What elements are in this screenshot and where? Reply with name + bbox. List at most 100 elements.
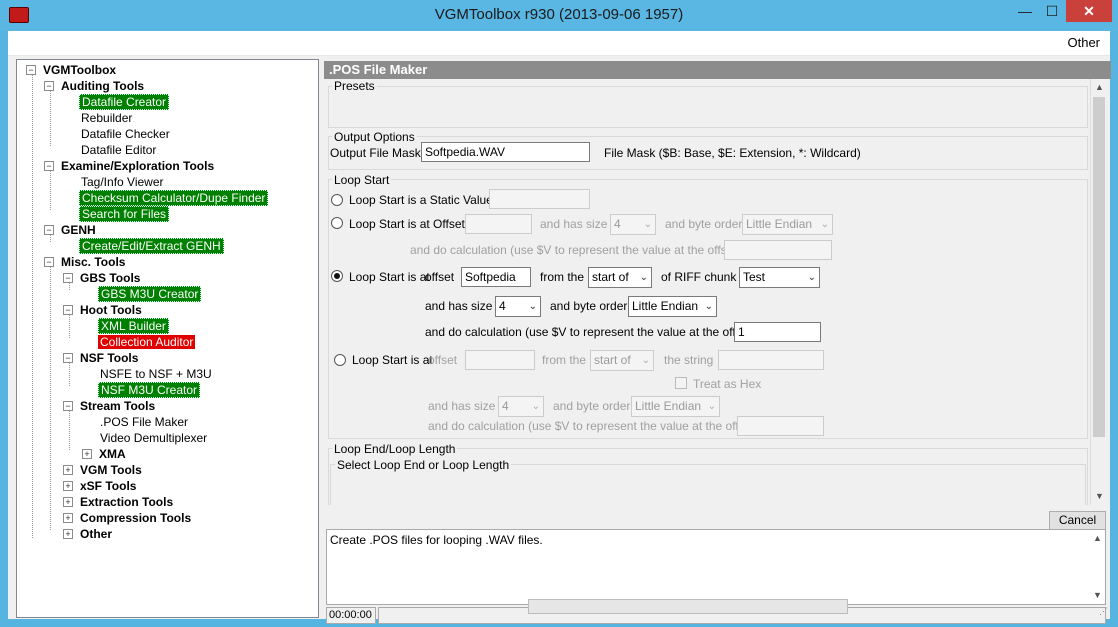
tree-item-nsf-m3u-creator[interactable]: NSF M3U Creator (98, 382, 201, 398)
menu-item-other[interactable]: Other (1067, 35, 1100, 50)
string-size-select[interactable]: 4 ⌄ (498, 396, 544, 417)
title-bar[interactable]: VGMToolbox r930 (2013-09-06 1957) — ☐ ✕ (0, 0, 1118, 31)
string-byte-order-select[interactable]: Little Endian ⌄ (631, 396, 720, 417)
collapse-icon[interactable]: − (26, 65, 36, 75)
chevron-down-icon: ⌄ (531, 401, 540, 412)
presets-label: Presets (332, 79, 377, 93)
description-box[interactable]: Create .POS files for looping .WAV files… (326, 529, 1106, 605)
tree-item-xml-builder[interactable]: XML Builder (98, 318, 169, 334)
cancel-button[interactable]: Cancel (1049, 511, 1106, 530)
tree-node-examine-tools[interactable]: − Examine/Exploration Tools (44, 158, 216, 174)
scroll-up-icon[interactable]: ▲ (1089, 530, 1106, 547)
tree-node-stream-tools[interactable]: − Stream Tools (63, 398, 157, 414)
offset-size-select[interactable]: 4 ⌄ (610, 214, 656, 235)
treat-as-hex-checkbox[interactable] (675, 377, 687, 389)
tree-root[interactable]: − VGMToolbox (26, 62, 118, 78)
collapse-icon[interactable]: − (63, 273, 73, 283)
tree-connector (50, 90, 51, 146)
offset-size-label: and has size (540, 217, 608, 231)
tree-node-gbs-tools[interactable]: − GBS Tools (63, 270, 142, 286)
tree-item-search-for-files[interactable]: Search for Files (79, 206, 170, 222)
tree-node-extraction-tools[interactable]: + Extraction Tools (63, 494, 175, 510)
tree-node-hoot-tools[interactable]: − Hoot Tools (63, 302, 144, 318)
tree-item-datafile-checker[interactable]: Datafile Checker (79, 126, 172, 142)
offset-byte-order-label: and byte order (665, 217, 743, 231)
scroll-down-icon[interactable]: ▼ (1091, 488, 1108, 505)
collapse-icon[interactable]: − (44, 257, 54, 267)
maximize-button[interactable]: ☐ (1039, 0, 1065, 22)
tree-item-gbs-m3u-creator[interactable]: GBS M3U Creator (98, 286, 202, 302)
tree-node-nsf-tools[interactable]: − NSF Tools (63, 350, 140, 366)
tree-label: NSF M3U Creator (98, 382, 201, 398)
tree-label: Rebuilder (81, 111, 133, 125)
loop-start-string-radio[interactable] (334, 354, 346, 366)
chevron-down-icon: ⌄ (707, 401, 716, 412)
file-mask-hint: File Mask ($B: Base, $E: Extension, *: W… (604, 146, 861, 160)
collapse-icon[interactable]: − (44, 225, 54, 235)
tree-connector (50, 170, 51, 210)
riff-chunk-select[interactable]: Test ⌄ (739, 267, 820, 288)
expand-icon[interactable]: + (63, 529, 73, 539)
string-offset-input[interactable] (465, 350, 535, 370)
riff-byte-order-select[interactable]: Little Endian ⌄ (628, 296, 717, 317)
tree-item-datafile-creator[interactable]: Datafile Creator (79, 94, 170, 110)
riff-calc-input[interactable]: 1 (734, 322, 821, 342)
tree-node-genh[interactable]: − GENH (44, 222, 98, 238)
tree-node-vgm-tools[interactable]: + VGM Tools (63, 462, 144, 478)
riff-offset-input[interactable]: Softpedia (461, 267, 531, 287)
tree-item-pos-file-maker[interactable]: .POS File Maker (98, 414, 190, 430)
expand-icon[interactable]: + (63, 465, 73, 475)
scroll-thumb[interactable] (1093, 97, 1105, 437)
collapse-icon[interactable]: − (44, 161, 54, 171)
loop-start-offset-radio[interactable] (331, 217, 343, 229)
tree-node-xsf-tools[interactable]: + xSF Tools (63, 478, 138, 494)
options-scroll-area: Presets Output Options Output File Mask … (324, 79, 1090, 505)
tree-node-auditing-tools[interactable]: − Auditing Tools (44, 78, 146, 94)
select-value: 4 (502, 399, 509, 413)
scroll-down-icon[interactable]: ▼ (1089, 587, 1106, 604)
tree-item-tag-info-viewer[interactable]: Tag/Info Viewer (79, 174, 166, 190)
description-scrollbar[interactable]: ▲ ▼ (1089, 530, 1105, 604)
string-start-of-select[interactable]: start of ⌄ (590, 350, 654, 371)
resize-grip-icon[interactable]: ⋰ (1099, 606, 1108, 617)
offset-byte-order-select[interactable]: Little Endian ⌄ (742, 214, 833, 235)
expand-icon[interactable]: + (63, 497, 73, 507)
tree-node-other[interactable]: + Other (63, 526, 114, 542)
loop-start-static-radio[interactable] (331, 194, 343, 206)
tree-item-checksum-calculator[interactable]: Checksum Calculator/Dupe Finder (79, 190, 269, 206)
tree-label: Compression Tools (80, 511, 192, 525)
expand-icon[interactable]: + (82, 449, 92, 459)
tree-node-compression-tools[interactable]: + Compression Tools (63, 510, 193, 526)
collapse-icon[interactable]: − (63, 401, 73, 411)
tree-item-rebuilder[interactable]: Rebuilder (79, 110, 134, 126)
collapse-icon[interactable]: − (63, 305, 73, 315)
tool-tree[interactable]: − VGMToolbox − Auditing Tools Datafile Cre… (16, 59, 319, 618)
expand-icon[interactable]: + (63, 481, 73, 491)
loop-end-label: Loop End/Loop Length (332, 442, 458, 456)
tree-connector (50, 266, 51, 530)
offset-input[interactable] (465, 214, 532, 234)
tree-node-misc-tools[interactable]: − Misc. Tools (44, 254, 127, 270)
tree-node-xma[interactable]: + XMA (82, 446, 128, 462)
tree-item-nsfe-to-nsf[interactable]: NSFE to NSF + M3U (98, 366, 214, 382)
loop-start-riff-radio[interactable] (331, 270, 343, 282)
minimize-button[interactable]: — (1012, 0, 1038, 22)
tree-item-create-genh[interactable]: Create/Edit/Extract GENH (79, 238, 224, 254)
string-calc-input[interactable] (737, 416, 824, 436)
tree-label: xSF Tools (80, 479, 137, 493)
close-button[interactable]: ✕ (1066, 0, 1112, 22)
riff-size-select[interactable]: 4 ⌄ (495, 296, 541, 317)
string-input[interactable] (718, 350, 824, 370)
static-value-input[interactable] (489, 189, 590, 209)
scroll-up-icon[interactable]: ▲ (1091, 79, 1108, 96)
output-file-mask-input[interactable]: Softpedia.WAV (421, 142, 590, 162)
offset-calc-input[interactable] (724, 240, 832, 260)
expand-icon[interactable]: + (63, 513, 73, 523)
tree-item-collection-auditor[interactable]: Collection Auditor (98, 334, 196, 350)
collapse-icon[interactable]: − (44, 81, 54, 91)
tree-item-video-demultiplexer[interactable]: Video Demultiplexer (98, 430, 209, 446)
tree-item-datafile-editor[interactable]: Datafile Editor (79, 142, 158, 158)
options-scrollbar[interactable]: ▲ ▼ (1090, 79, 1108, 505)
collapse-icon[interactable]: − (63, 353, 73, 363)
riff-start-of-select[interactable]: start of ⌄ (588, 267, 652, 288)
